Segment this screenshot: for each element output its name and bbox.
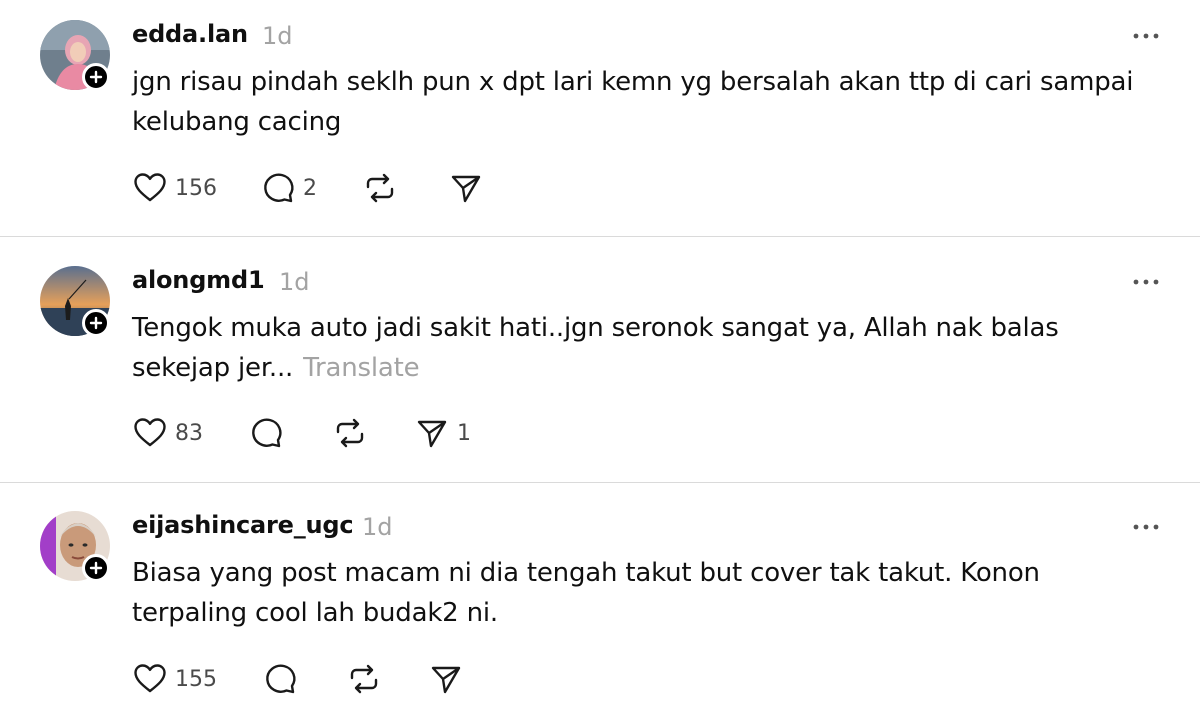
like-button[interactable]: 155	[132, 661, 217, 697]
repost-arrows-icon	[362, 170, 398, 206]
heart-icon	[132, 415, 168, 451]
username[interactable]: eijashincare_ugc	[132, 511, 354, 539]
heart-icon	[132, 170, 168, 206]
comment-bubble-icon	[262, 661, 298, 697]
more-dots-icon[interactable]	[1131, 274, 1161, 288]
more-dots-icon[interactable]	[1131, 28, 1161, 42]
repost-button[interactable]	[346, 661, 389, 697]
repost-arrows-icon	[346, 661, 382, 697]
reply-button[interactable]: 2	[260, 170, 317, 206]
post-card: edda.lan 1d jgn risau pindah seklh pun x…	[0, 0, 1200, 236]
post-text: Biasa yang post macam ni dia tengah taku…	[132, 558, 1040, 628]
repost-button[interactable]	[332, 415, 375, 451]
heart-icon	[132, 661, 168, 697]
timestamp: 1d	[362, 513, 393, 541]
share-count: 1	[457, 420, 471, 446]
comment-bubble-icon	[260, 170, 296, 206]
share-button[interactable]: 1	[414, 415, 471, 451]
timestamp: 1d	[262, 22, 293, 50]
like-button[interactable]: 83	[132, 415, 203, 451]
timestamp: 1d	[279, 268, 310, 296]
like-count: 156	[175, 175, 217, 201]
username[interactable]: edda.lan	[132, 20, 248, 48]
translate-link[interactable]: Translate	[303, 353, 419, 383]
more-dots-icon[interactable]	[1131, 519, 1161, 533]
username[interactable]: alongmd1	[132, 266, 265, 294]
post-text: jgn risau pindah seklh pun x dpt lari ke…	[132, 67, 1134, 137]
send-paper-plane-icon	[428, 661, 464, 697]
reply-button[interactable]	[248, 415, 291, 451]
follow-plus-icon[interactable]	[82, 554, 110, 582]
post-card: eijashincare_ugc 1d Biasa yang post maca…	[0, 483, 1200, 719]
send-paper-plane-icon	[414, 415, 450, 451]
post-text: Tengok muka auto jadi sakit hati..jgn se…	[132, 308, 1152, 388]
repost-arrows-icon	[332, 415, 368, 451]
follow-plus-icon[interactable]	[82, 63, 110, 91]
comment-bubble-icon	[248, 415, 284, 451]
avatar[interactable]	[40, 511, 110, 582]
send-paper-plane-icon	[448, 170, 484, 206]
like-button[interactable]: 156	[132, 170, 217, 206]
reply-button[interactable]	[262, 661, 305, 697]
avatar[interactable]	[40, 20, 110, 91]
share-button[interactable]	[428, 661, 471, 697]
avatar[interactable]	[40, 266, 110, 337]
reply-count: 2	[303, 175, 317, 201]
post-card: alongmd1 1d Tengok muka auto jadi sakit …	[0, 237, 1200, 482]
follow-plus-icon[interactable]	[82, 309, 110, 337]
share-button[interactable]	[448, 170, 491, 206]
like-count: 83	[175, 420, 203, 446]
like-count: 155	[175, 666, 217, 692]
post-text-body: Tengok muka auto jadi sakit hati..jgn se…	[132, 313, 1059, 383]
repost-button[interactable]	[362, 170, 405, 206]
